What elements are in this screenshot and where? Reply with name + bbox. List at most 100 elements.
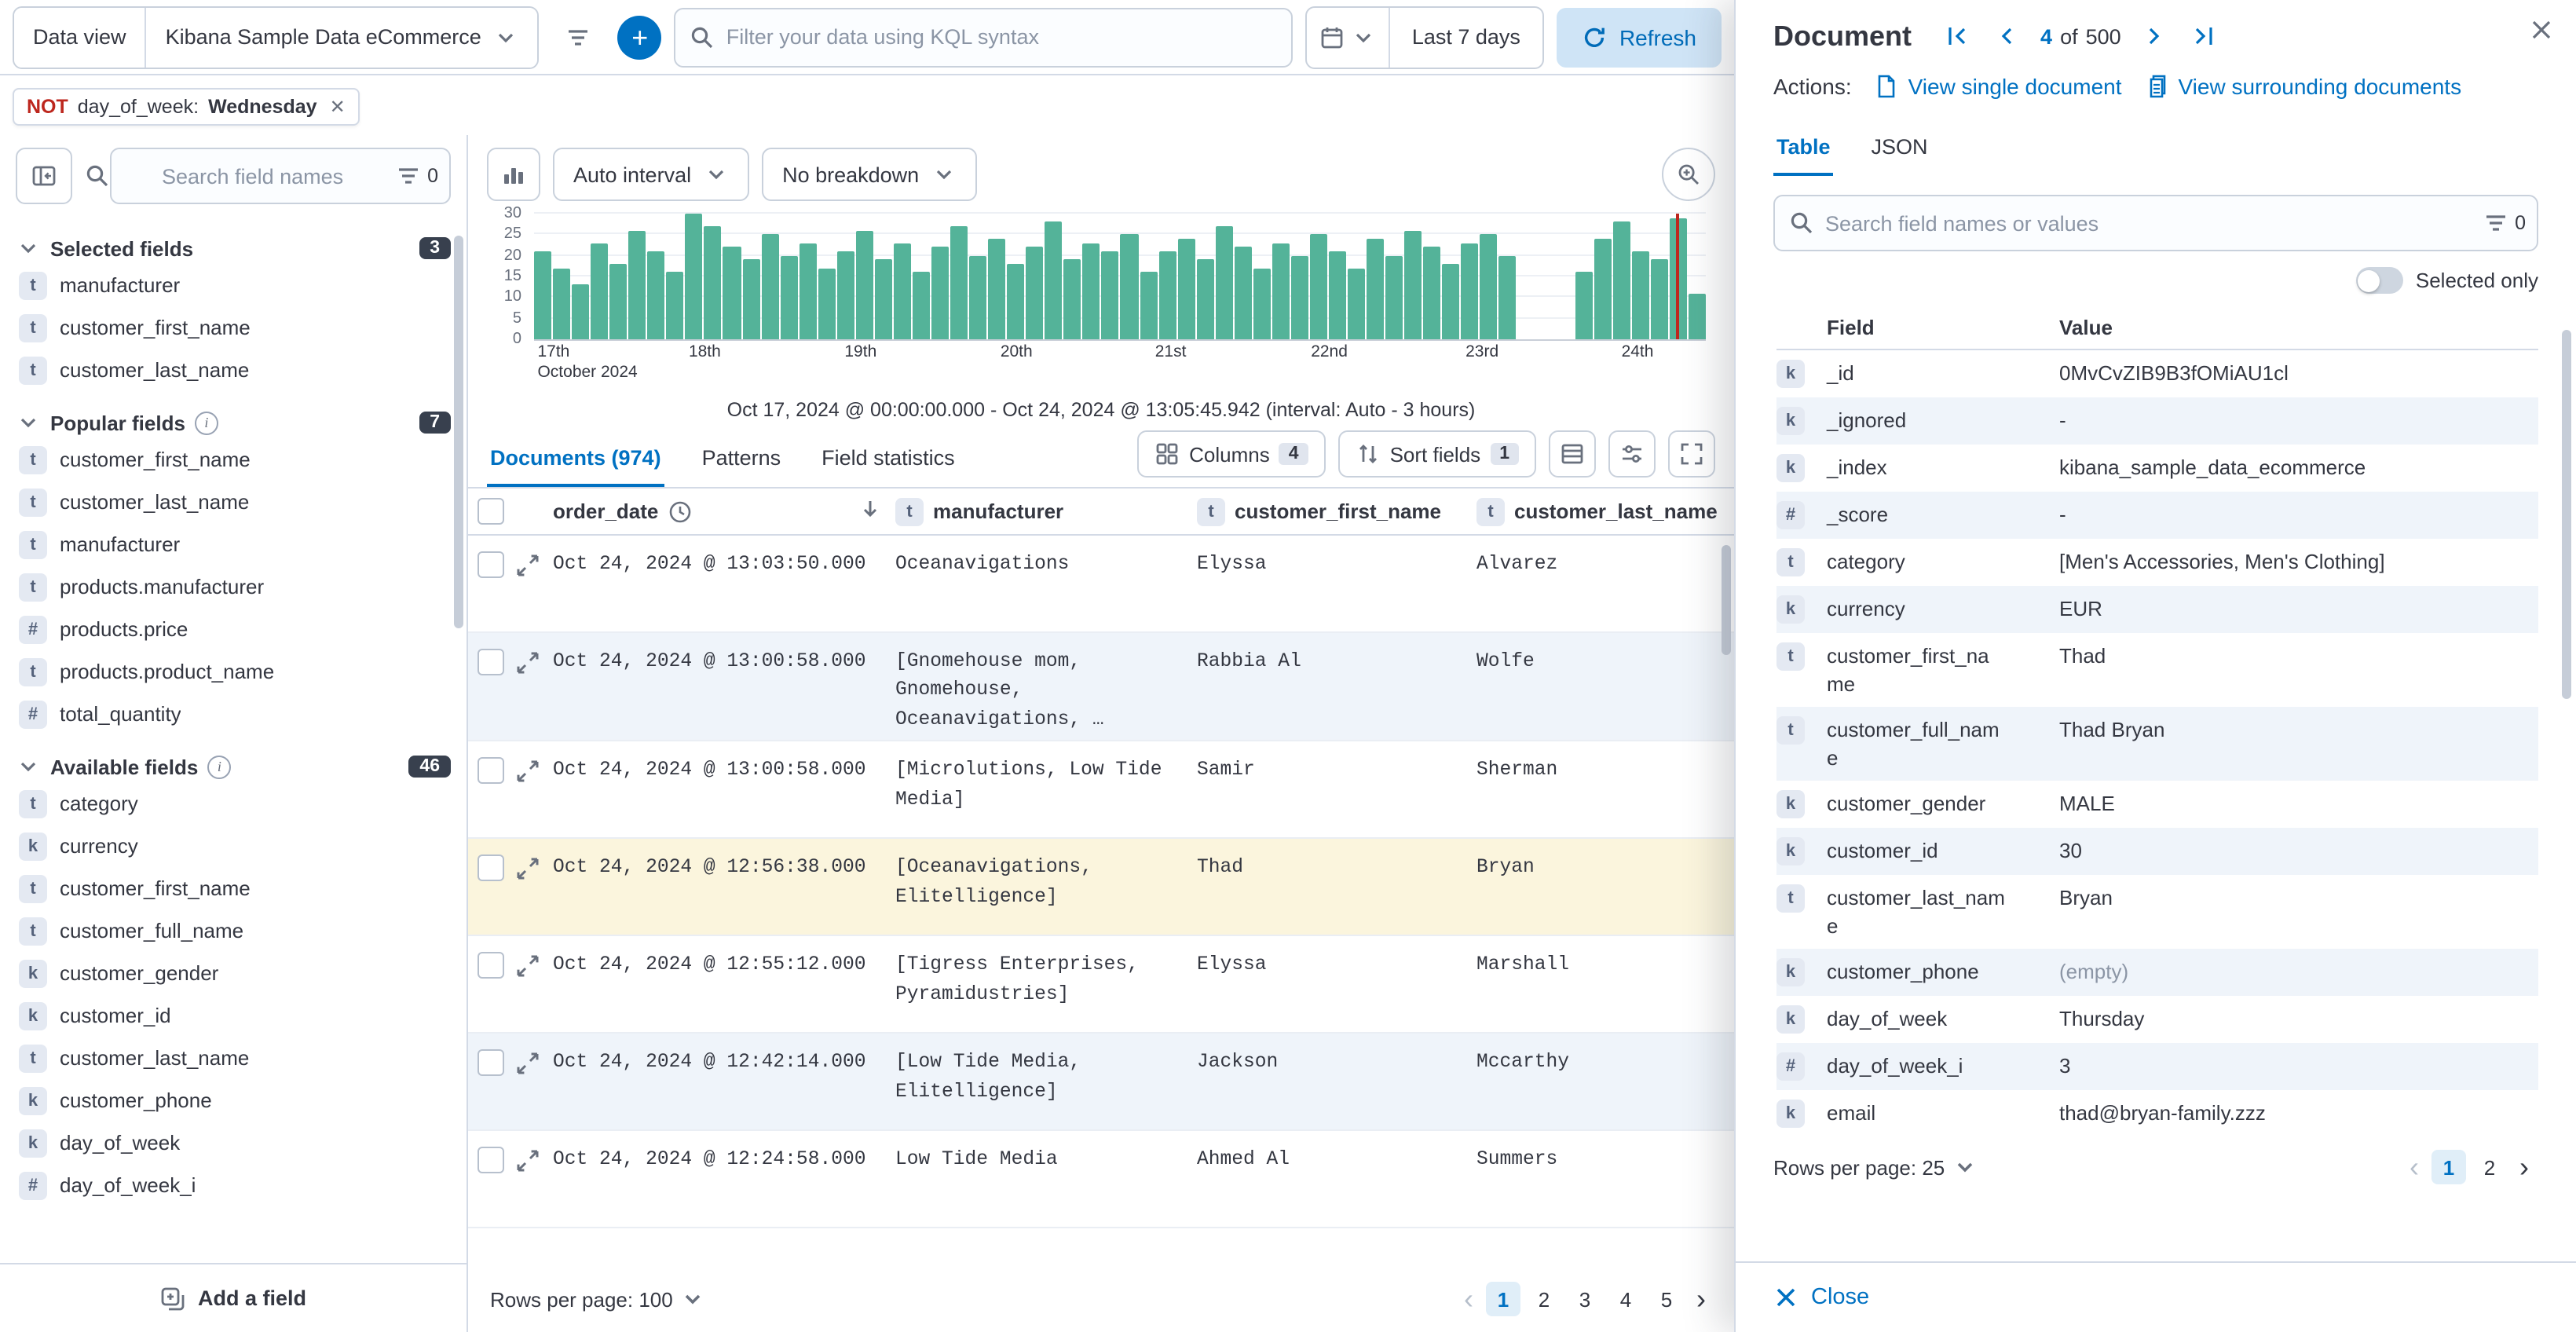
- flyout-tab-table[interactable]: Table: [1773, 121, 1834, 176]
- document-field-row[interactable]: k_id0MvCvZIB9B3fOMiAU1cl: [1776, 350, 2538, 397]
- field-section-header[interactable]: Available fieldsi46: [16, 751, 451, 782]
- view-surrounding-documents-link[interactable]: View surrounding documents: [2144, 74, 2462, 99]
- field-list-item[interactable]: kcustomer_gender: [16, 952, 451, 994]
- histogram-bar[interactable]: [1612, 222, 1630, 339]
- histogram-bar[interactable]: [894, 243, 911, 339]
- field-list-item[interactable]: kcustomer_phone: [16, 1079, 451, 1122]
- grid-page-2[interactable]: 2: [1527, 1282, 1561, 1316]
- tab-field-statistics[interactable]: Field statistics: [818, 431, 958, 486]
- histogram-bar[interactable]: [913, 273, 930, 339]
- field-list-item[interactable]: #products.price: [16, 608, 451, 650]
- table-row[interactable]: Oct 24, 2024 @ 12:56:38.000[Oceanavigati…: [468, 840, 1734, 937]
- histogram-bar[interactable]: [628, 230, 646, 339]
- select-all-checkbox[interactable]: [478, 498, 504, 525]
- filter-pill[interactable]: NOT day_of_week: Wednesday ✕: [13, 88, 360, 126]
- histogram-bar[interactable]: [1234, 247, 1251, 339]
- histogram-bar[interactable]: [1196, 260, 1213, 339]
- histogram-bar[interactable]: [1026, 247, 1043, 339]
- histogram-bar[interactable]: [988, 239, 1005, 339]
- histogram-bar[interactable]: [1310, 235, 1327, 339]
- kql-search-input[interactable]: [675, 7, 1293, 67]
- document-field-row[interactable]: kcustomer_phone(empty): [1776, 950, 2538, 997]
- grid-prev-page-button[interactable]: ‹: [1458, 1283, 1480, 1316]
- date-picker-calendar-button[interactable]: [1307, 7, 1390, 67]
- table-row[interactable]: Oct 24, 2024 @ 13:00:58.000[Microlutions…: [468, 742, 1734, 840]
- row-checkbox[interactable]: [478, 855, 504, 882]
- time-range-button[interactable]: Last 7 days: [1390, 7, 1542, 67]
- histogram-bar[interactable]: [1158, 251, 1176, 339]
- field-list-item[interactable]: tcustomer_last_name: [16, 481, 451, 523]
- grid-next-page-button[interactable]: ›: [1690, 1283, 1712, 1316]
- flyout-next-page-button[interactable]: ›: [2513, 1151, 2535, 1184]
- histogram-bar[interactable]: [837, 251, 854, 339]
- histogram-bar[interactable]: [1689, 293, 1706, 339]
- histogram-bar[interactable]: [1443, 264, 1460, 339]
- histogram-bar[interactable]: [1215, 226, 1232, 339]
- flyout-prev-page-button[interactable]: ‹: [2403, 1151, 2425, 1184]
- grid-page-5[interactable]: 5: [1649, 1282, 1684, 1316]
- previous-document-button[interactable]: [1990, 19, 2025, 53]
- field-list-item[interactable]: kday_of_week: [16, 1122, 451, 1164]
- row-checkbox[interactable]: [478, 1050, 504, 1077]
- table-row[interactable]: Oct 24, 2024 @ 13:00:58.000[Gnomehouse m…: [468, 633, 1734, 742]
- document-field-row[interactable]: kemailthad@bryan-family.zzz: [1776, 1091, 2538, 1138]
- add-field-button[interactable]: Add a field: [0, 1263, 467, 1332]
- flyout-tab-json[interactable]: JSON: [1868, 121, 1931, 176]
- histogram-bar[interactable]: [969, 255, 986, 339]
- tab-documents-974-[interactable]: Documents (974): [487, 431, 664, 486]
- field-section-header[interactable]: Selected fields3: [16, 232, 451, 264]
- field-list-item[interactable]: #total_quantity: [16, 693, 451, 735]
- data-view-picker[interactable]: Kibana Sample Data eCommerce: [147, 7, 538, 67]
- field-section-header[interactable]: Popular fieldsi7: [16, 407, 451, 438]
- collapse-sidebar-button[interactable]: [16, 148, 72, 204]
- histogram-bar[interactable]: [704, 226, 722, 339]
- flyout-page-2[interactable]: 2: [2472, 1151, 2507, 1185]
- histogram-bar[interactable]: [1083, 243, 1100, 339]
- row-checkbox[interactable]: [478, 953, 504, 979]
- field-list-item[interactable]: tcustomer_last_name: [16, 1037, 451, 1079]
- next-document-button[interactable]: [2137, 19, 2172, 53]
- expand-row-icon[interactable]: [515, 552, 540, 577]
- grid-scrollbar[interactable]: [1722, 545, 1731, 655]
- first-document-button[interactable]: [1940, 19, 1974, 53]
- histogram-bar[interactable]: [686, 214, 703, 339]
- row-checkbox[interactable]: [478, 649, 504, 675]
- histogram-bar[interactable]: [780, 255, 797, 339]
- document-field-row[interactable]: kcustomer_genderMALE: [1776, 781, 2538, 828]
- histogram-bar[interactable]: [1651, 260, 1668, 339]
- histogram-bar[interactable]: [1272, 243, 1290, 339]
- tab-patterns[interactable]: Patterns: [699, 431, 785, 486]
- histogram-bar[interactable]: [667, 273, 684, 339]
- document-field-row[interactable]: #_score-: [1776, 492, 2538, 539]
- sort-desc-icon[interactable]: [858, 496, 883, 521]
- flyout-close-button[interactable]: [2526, 16, 2557, 47]
- histogram-bar[interactable]: [950, 226, 968, 339]
- field-list-item[interactable]: tproducts.product_name: [16, 650, 451, 693]
- histogram-bar[interactable]: [1064, 260, 1081, 339]
- histogram-bar[interactable]: [1007, 264, 1024, 339]
- grid-page-1[interactable]: 1: [1486, 1282, 1520, 1316]
- field-list-item[interactable]: tcustomer_first_name: [16, 438, 451, 481]
- document-field-row[interactable]: k_indexkibana_sample_data_ecommerce: [1776, 445, 2538, 492]
- histogram-bar[interactable]: [1575, 273, 1592, 339]
- field-list-item[interactable]: tcategory: [16, 782, 451, 825]
- expand-row-icon[interactable]: [515, 759, 540, 784]
- histogram-bar[interactable]: [1121, 235, 1138, 339]
- grid-page-3[interactable]: 3: [1568, 1282, 1602, 1316]
- expand-row-icon[interactable]: [515, 650, 540, 675]
- field-list-item[interactable]: kcurrency: [16, 825, 451, 867]
- close-flyout-button[interactable]: Close: [1773, 1285, 1869, 1310]
- histogram-bar[interactable]: [1367, 239, 1384, 339]
- document-field-row[interactable]: kday_of_weekThursday: [1776, 997, 2538, 1044]
- histogram-bar[interactable]: [723, 247, 741, 339]
- histogram-chart[interactable]: 051015202530 17thOctober 202418th19th20t…: [487, 214, 1712, 390]
- selected-only-toggle[interactable]: [2356, 267, 2403, 294]
- document-field-row[interactable]: kcustomer_id30: [1776, 828, 2538, 875]
- histogram-bar[interactable]: [1480, 235, 1498, 339]
- histogram-bar[interactable]: [1404, 230, 1422, 339]
- histogram-bar[interactable]: [1423, 247, 1440, 339]
- grid-column-header[interactable]: tmanufacturer: [895, 497, 1197, 525]
- field-list-item[interactable]: tmanufacturer: [16, 264, 451, 306]
- row-checkbox[interactable]: [478, 551, 504, 578]
- histogram-bar[interactable]: [875, 260, 892, 339]
